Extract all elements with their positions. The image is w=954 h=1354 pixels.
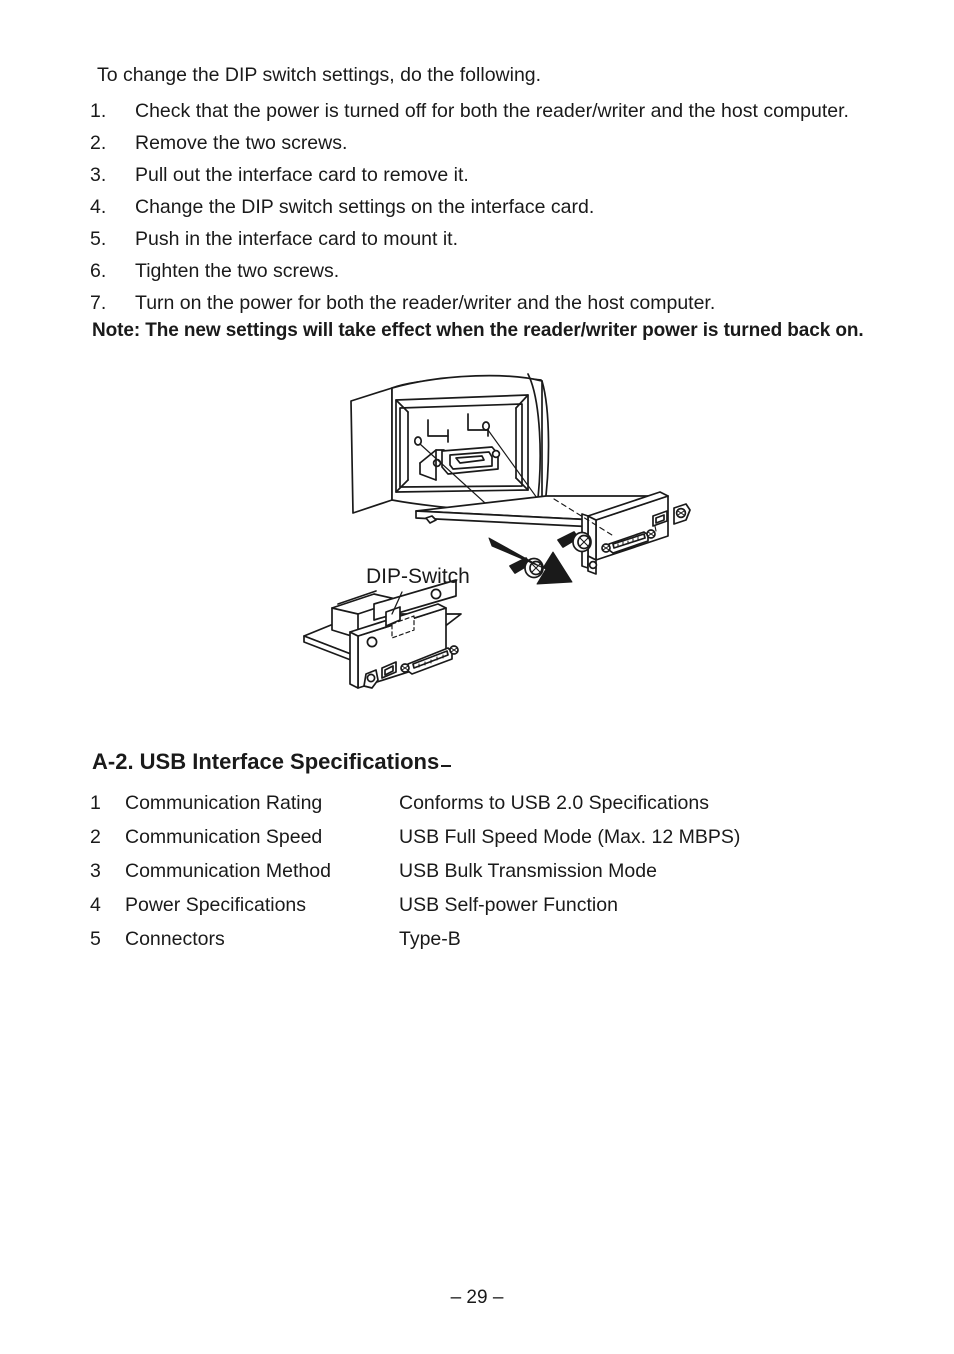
document-page: To change the DIP switch settings, do th…: [0, 0, 954, 1354]
table-row: 2 Communication Speed USB Full Speed Mod…: [90, 820, 850, 854]
list-item-number: 5.: [90, 228, 107, 250]
list-item: 2. Remove the two screws.: [90, 127, 920, 159]
list-item-label: Tighten the two screws.: [135, 260, 340, 282]
section-heading-text: A-2. USB Interface Specifications: [92, 749, 440, 774]
spec-row-value: USB Bulk Transmission Mode: [399, 860, 657, 882]
table-row: 1 Communication Rating Conforms to USB 2…: [90, 786, 850, 820]
heading-underline-mark: [441, 765, 452, 767]
list-item: 3. Pull out the interface card to remove…: [90, 159, 920, 191]
spec-row-number: 4: [90, 894, 101, 916]
spec-row-number: 2: [90, 826, 101, 848]
note-text: Note: The new settings will take effect …: [92, 320, 864, 341]
list-item-number: 1.: [90, 100, 107, 122]
page-number: – 29 –: [450, 1287, 504, 1308]
table-row: 4 Power Specifications USB Self-power Fu…: [90, 888, 850, 922]
usb-specifications-table: 1 Communication Rating Conforms to USB 2…: [90, 786, 850, 956]
interface-card-diagram: [303, 373, 691, 689]
list-item-number: 7.: [90, 292, 107, 314]
dip-switch-callout-label: DIP-Switch: [366, 565, 470, 588]
page-title: A-2. USB Interface Specifications: [92, 748, 452, 776]
list-item: 1. Check that the power is turned off fo…: [90, 95, 920, 127]
spec-row-label: Power Specifications: [125, 894, 307, 916]
spec-row-value: USB Self-power Function: [399, 894, 618, 916]
spec-row-label: Communication Method: [125, 860, 331, 882]
table-row: 5 Connectors Type-B: [90, 922, 850, 956]
spec-row-value: USB Full Speed Mode (Max. 12 MBPS): [399, 826, 741, 848]
spec-row-number: 1: [90, 792, 101, 814]
list-item-label: Check that the power is turned off for b…: [135, 100, 849, 122]
list-item: 4. Change the DIP switch settings on the…: [90, 191, 920, 223]
procedure-list: 1. Check that the power is turned off fo…: [90, 95, 920, 319]
spec-row-number: 3: [90, 860, 101, 882]
list-item-number: 3.: [90, 164, 107, 186]
list-item-label: Turn on the power for both the reader/wr…: [135, 292, 716, 314]
figure-illustration: DIP-Switch: [296, 368, 716, 720]
list-item-number: 4.: [90, 196, 107, 218]
spec-row-label: Communication Speed: [125, 826, 323, 848]
list-item-label: Push in the interface card to mount it.: [135, 228, 459, 250]
spec-row-label: Connectors: [125, 928, 225, 950]
table-row: 3 Communication Method USB Bulk Transmis…: [90, 854, 850, 888]
list-item-number: 6.: [90, 260, 107, 282]
spec-row-value: Type-B: [399, 928, 461, 950]
list-item: 7. Turn on the power for both the reader…: [90, 287, 920, 319]
list-item: 5. Push in the interface card to mount i…: [90, 223, 920, 255]
intro-paragraph: To change the DIP switch settings, do th…: [97, 64, 542, 86]
list-item: 6. Tighten the two screws.: [90, 255, 920, 287]
list-item-label: Pull out the interface card to remove it…: [135, 164, 469, 186]
list-item-label: Remove the two screws.: [135, 132, 348, 154]
list-item-label: Change the DIP switch settings on the in…: [135, 196, 595, 218]
list-item-number: 2.: [90, 132, 107, 154]
spec-row-label: Communication Rating: [125, 792, 323, 814]
spec-row-value: Conforms to USB 2.0 Specifications: [399, 792, 709, 814]
spec-row-number: 5: [90, 928, 101, 950]
